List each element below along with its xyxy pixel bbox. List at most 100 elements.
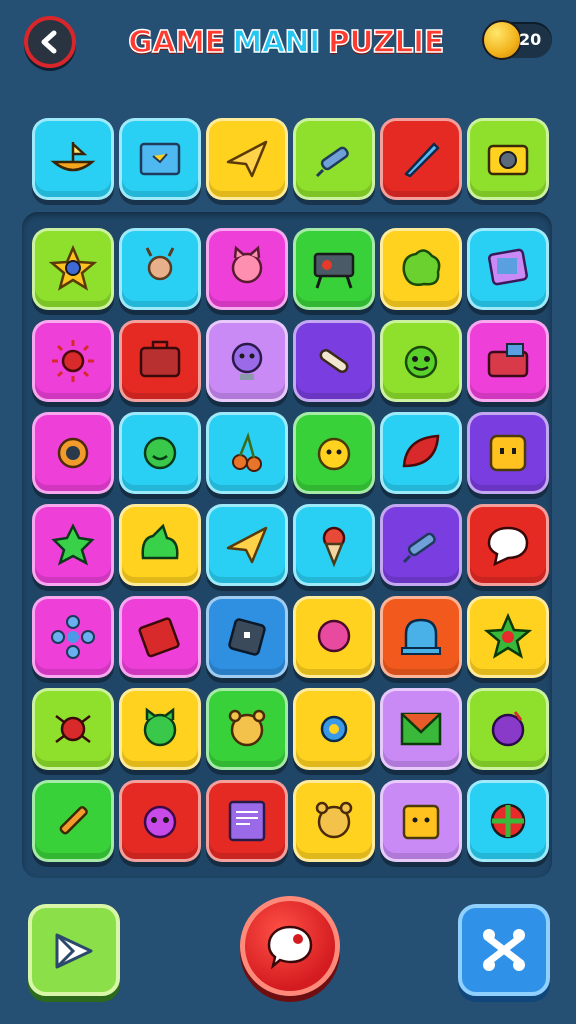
- puzzle-tile-r2c1[interactable]: [32, 320, 114, 402]
- puzzle-tile-r1c6[interactable]: [467, 228, 549, 310]
- treasure-map-icon: [139, 142, 181, 176]
- puzzle-tile-r7c6[interactable]: [467, 780, 549, 862]
- puzzle-tile-r7c2[interactable]: [119, 780, 201, 862]
- device-icon: [228, 618, 266, 656]
- puzzle-tile-r6c1[interactable]: [32, 688, 114, 770]
- red-leaf-icon: [402, 434, 440, 468]
- puzzle-tile-r3c6[interactable]: [467, 412, 549, 494]
- puzzle-tile-r2c2[interactable]: [119, 320, 201, 402]
- boat-icon: [50, 142, 96, 172]
- ice-cream-icon: [322, 526, 346, 568]
- back-arrow-icon: [41, 30, 57, 54]
- puzzle-tile-r1c1[interactable]: [32, 228, 114, 310]
- puzzle-tile-r3c1[interactable]: [32, 412, 114, 494]
- puzzle-tile-r4c4[interactable]: [293, 504, 375, 586]
- green-monster-icon: [404, 345, 438, 379]
- yellow-square-face-icon: [489, 434, 527, 472]
- shuffle-icon: [483, 929, 525, 971]
- red-sun-icon: [52, 340, 94, 382]
- bear-face-icon: [228, 709, 266, 747]
- camera-icon: [487, 144, 529, 176]
- book-icon: [138, 617, 180, 658]
- puzzle-tile-r5c6[interactable]: [467, 596, 549, 678]
- rocket-icon: [404, 142, 440, 178]
- puzzle-tile-r2c5[interactable]: [380, 320, 462, 402]
- pink-ball-icon: [317, 619, 351, 653]
- puzzle-tile-r1c3[interactable]: [206, 228, 288, 310]
- puzzle-tile-r6c6[interactable]: [467, 688, 549, 770]
- green-star-icon: [483, 612, 533, 659]
- puzzle-tile-r2c4[interactable]: [293, 320, 375, 402]
- puzzle-tile-r4c6[interactable]: [467, 504, 549, 586]
- coin-counter: 20: [482, 20, 552, 60]
- puzzle-tile-r5c4[interactable]: [293, 596, 375, 678]
- puzzle-tile-r6c4[interactable]: [293, 688, 375, 770]
- green-cat-icon: [143, 707, 177, 747]
- syringe-icon: [315, 146, 349, 178]
- bag-icon: [487, 343, 529, 378]
- chat-button[interactable]: [240, 896, 340, 996]
- puzzle-tile-r6c2[interactable]: [119, 688, 201, 770]
- star-creature-icon: [48, 244, 98, 291]
- puzzle-tile-r3c3[interactable]: [206, 412, 288, 494]
- puzzle-tile-top-6[interactable]: [467, 118, 549, 200]
- puzzle-tile-r2c3[interactable]: [206, 320, 288, 402]
- puzzle-tile-top-2[interactable]: [119, 118, 201, 200]
- puzzle-tile-r5c2[interactable]: [119, 596, 201, 678]
- puzzle-tile-r4c2[interactable]: [119, 504, 201, 586]
- gear-eye-icon: [57, 437, 89, 469]
- puzzle-tile-r5c5[interactable]: [380, 596, 462, 678]
- puzzle-tile-r7c4[interactable]: [293, 780, 375, 862]
- green-slime-icon: [141, 523, 179, 560]
- puzzle-tile-r4c3[interactable]: [206, 504, 288, 586]
- green-smile-icon: [143, 436, 177, 470]
- tablet-icon: [488, 248, 528, 286]
- red-bug-icon: [55, 715, 91, 743]
- puzzle-tile-r2c6[interactable]: [467, 320, 549, 402]
- puzzle-tile-r7c5[interactable]: [380, 780, 462, 862]
- puzzle-tile-top-5[interactable]: [380, 118, 462, 200]
- puzzle-tile-r6c5[interactable]: [380, 688, 462, 770]
- bear-face-icon: [315, 801, 353, 839]
- puzzle-tile-top-3[interactable]: [206, 118, 288, 200]
- puzzle-tile-r5c3[interactable]: [206, 596, 288, 678]
- puzzle-tile-r6c3[interactable]: [206, 688, 288, 770]
- puzzle-tile-r3c5[interactable]: [380, 412, 462, 494]
- speech-bubble-icon: [267, 925, 313, 970]
- puzzle-tile-r3c2[interactable]: [119, 412, 201, 494]
- projector-icon: [313, 252, 355, 289]
- puzzle-tile-r5c1[interactable]: [32, 596, 114, 678]
- puzzle-tile-r3c4[interactable]: [293, 412, 375, 494]
- envelope-icon: [400, 712, 442, 746]
- puzzle-tile-r1c4[interactable]: [293, 228, 375, 310]
- bone-icon: [319, 349, 349, 373]
- back-button[interactable]: [24, 16, 76, 68]
- puzzle-tile-r1c2[interactable]: [119, 228, 201, 310]
- puzzle-tile-top-4[interactable]: [293, 118, 375, 200]
- green-star-blob-icon: [51, 523, 95, 566]
- coin-count: 20: [519, 30, 542, 49]
- flower-icon: [51, 615, 95, 659]
- puzzle-tile-top-1[interactable]: [32, 118, 114, 200]
- document-icon: [228, 800, 266, 842]
- paper-plane-icon: [226, 526, 268, 564]
- puzzle-tile-r4c5[interactable]: [380, 504, 462, 586]
- deer-icon: [145, 247, 175, 281]
- blue-gear-icon: [320, 715, 348, 743]
- bell-jar-icon: [401, 618, 441, 655]
- title-word-2: MANI: [232, 24, 321, 61]
- puzzle-tile-r7c3[interactable]: [206, 780, 288, 862]
- yellow-bear-icon: [317, 437, 351, 471]
- puzzle-tile-r4c1[interactable]: [32, 504, 114, 586]
- title-word-3: PUZLIE: [327, 24, 445, 61]
- cherries-icon: [232, 432, 262, 472]
- puzzle-tile-r1c5[interactable]: [380, 228, 462, 310]
- shuffle-button[interactable]: [458, 904, 550, 996]
- beach-ball-icon: [490, 803, 526, 839]
- top-bar: GAME MANI PUZLIE 20: [0, 0, 576, 90]
- pink-monster-icon: [143, 805, 177, 839]
- yellow-box-face-icon: [402, 804, 440, 840]
- mail-button[interactable]: [28, 904, 120, 996]
- mail-icon: [55, 933, 93, 969]
- puzzle-tile-r7c1[interactable]: [32, 780, 114, 862]
